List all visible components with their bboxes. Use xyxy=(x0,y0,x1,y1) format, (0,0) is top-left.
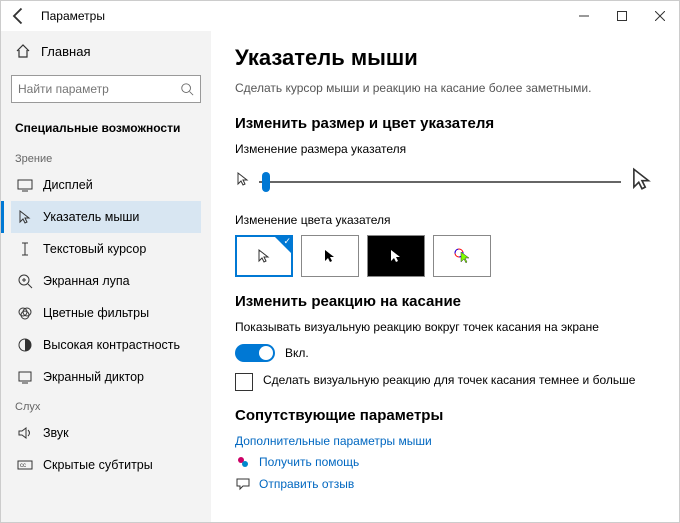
color-option-inverted[interactable] xyxy=(367,235,425,277)
color-option-custom[interactable] xyxy=(433,235,491,277)
sidebar: Главная Специальные возможности Зрение Д… xyxy=(1,31,211,522)
page-subtitle: Сделать курсор мыши и реакцию на касание… xyxy=(235,81,655,95)
maximize-button[interactable] xyxy=(603,1,641,31)
text-cursor-icon xyxy=(17,241,33,257)
nav-high-contrast[interactable]: Высокая контрастность xyxy=(11,329,201,361)
category-vision: Зрение xyxy=(11,145,201,169)
contrast-icon xyxy=(17,337,33,353)
label-pointer-color: Изменение цвета указателя xyxy=(235,213,655,227)
search-box[interactable] xyxy=(11,75,201,103)
magnifier-icon xyxy=(17,273,33,289)
color-option-black[interactable] xyxy=(301,235,359,277)
home-icon xyxy=(15,43,31,59)
color-option-white[interactable]: ✓ xyxy=(235,235,293,277)
pointer-size-slider[interactable] xyxy=(259,172,621,192)
checkbox-label: Сделать визуальную реакцию для точек кас… xyxy=(263,372,635,389)
window-title: Параметры xyxy=(41,9,105,23)
nav-label: Скрытые субтитры xyxy=(43,458,153,472)
svg-text:cc: cc xyxy=(20,463,26,469)
nav-label: Указатель мыши xyxy=(43,210,139,224)
titlebar: Параметры xyxy=(1,1,679,31)
color-filter-icon xyxy=(17,305,33,321)
nav-narrator[interactable]: Экранный диктор xyxy=(11,361,201,393)
touch-feedback-toggle[interactable] xyxy=(235,344,275,362)
close-button[interactable] xyxy=(641,1,679,31)
nav-label: Дисплей xyxy=(43,178,93,192)
label-pointer-size: Изменение размера указателя xyxy=(235,142,655,156)
page-title: Указатель мыши xyxy=(235,45,655,71)
search-icon xyxy=(180,82,194,96)
link-get-help[interactable]: Получить помощь xyxy=(259,455,359,469)
nav-captions[interactable]: cc Скрытые субтитры xyxy=(11,449,201,481)
nav-magnifier[interactable]: Экранная лупа xyxy=(11,265,201,297)
nav-text-cursor[interactable]: Текстовый курсор xyxy=(11,233,201,265)
category-hearing: Слух xyxy=(11,393,201,417)
cursor-large-icon xyxy=(629,166,655,197)
toggle-state-label: Вкл. xyxy=(285,346,309,360)
captions-icon: cc xyxy=(17,457,33,473)
display-icon xyxy=(17,177,33,193)
link-feedback[interactable]: Отправить отзыв xyxy=(259,477,354,491)
nav-color-filters[interactable]: Цветные фильтры xyxy=(11,297,201,329)
nav-label: Высокая контрастность xyxy=(43,338,180,352)
search-input[interactable] xyxy=(18,82,180,96)
help-icon xyxy=(235,454,251,470)
nav-audio[interactable]: Звук xyxy=(11,417,201,449)
main-content: Указатель мыши Сделать курсор мыши и реа… xyxy=(211,31,679,522)
home-label: Главная xyxy=(41,44,90,59)
cursor-small-icon xyxy=(235,171,251,192)
nav-display[interactable]: Дисплей xyxy=(11,169,201,201)
minimize-button[interactable] xyxy=(565,1,603,31)
back-button[interactable] xyxy=(9,6,29,26)
section-size-color: Изменить размер и цвет указателя xyxy=(235,115,655,132)
section-related: Сопутствующие параметры xyxy=(235,407,655,424)
section-touch: Изменить реакцию на касание xyxy=(235,293,655,310)
cursor-icon xyxy=(17,209,33,225)
nav-label: Цветные фильтры xyxy=(43,306,149,320)
darker-larger-checkbox[interactable] xyxy=(235,373,253,391)
link-additional-mouse[interactable]: Дополнительные параметры мыши xyxy=(235,434,655,448)
group-label: Специальные возможности xyxy=(11,113,201,145)
audio-icon xyxy=(17,425,33,441)
nav-label: Экранная лупа xyxy=(43,274,130,288)
nav-label: Звук xyxy=(43,426,69,440)
narrator-icon xyxy=(17,369,33,385)
feedback-icon xyxy=(235,476,251,492)
home-nav[interactable]: Главная xyxy=(11,37,201,65)
nav-label: Текстовый курсор xyxy=(43,242,146,256)
nav-label: Экранный диктор xyxy=(43,370,144,384)
touch-description: Показывать визуальную реакцию вокруг точ… xyxy=(235,320,655,334)
nav-mouse-pointer[interactable]: Указатель мыши xyxy=(11,201,201,233)
